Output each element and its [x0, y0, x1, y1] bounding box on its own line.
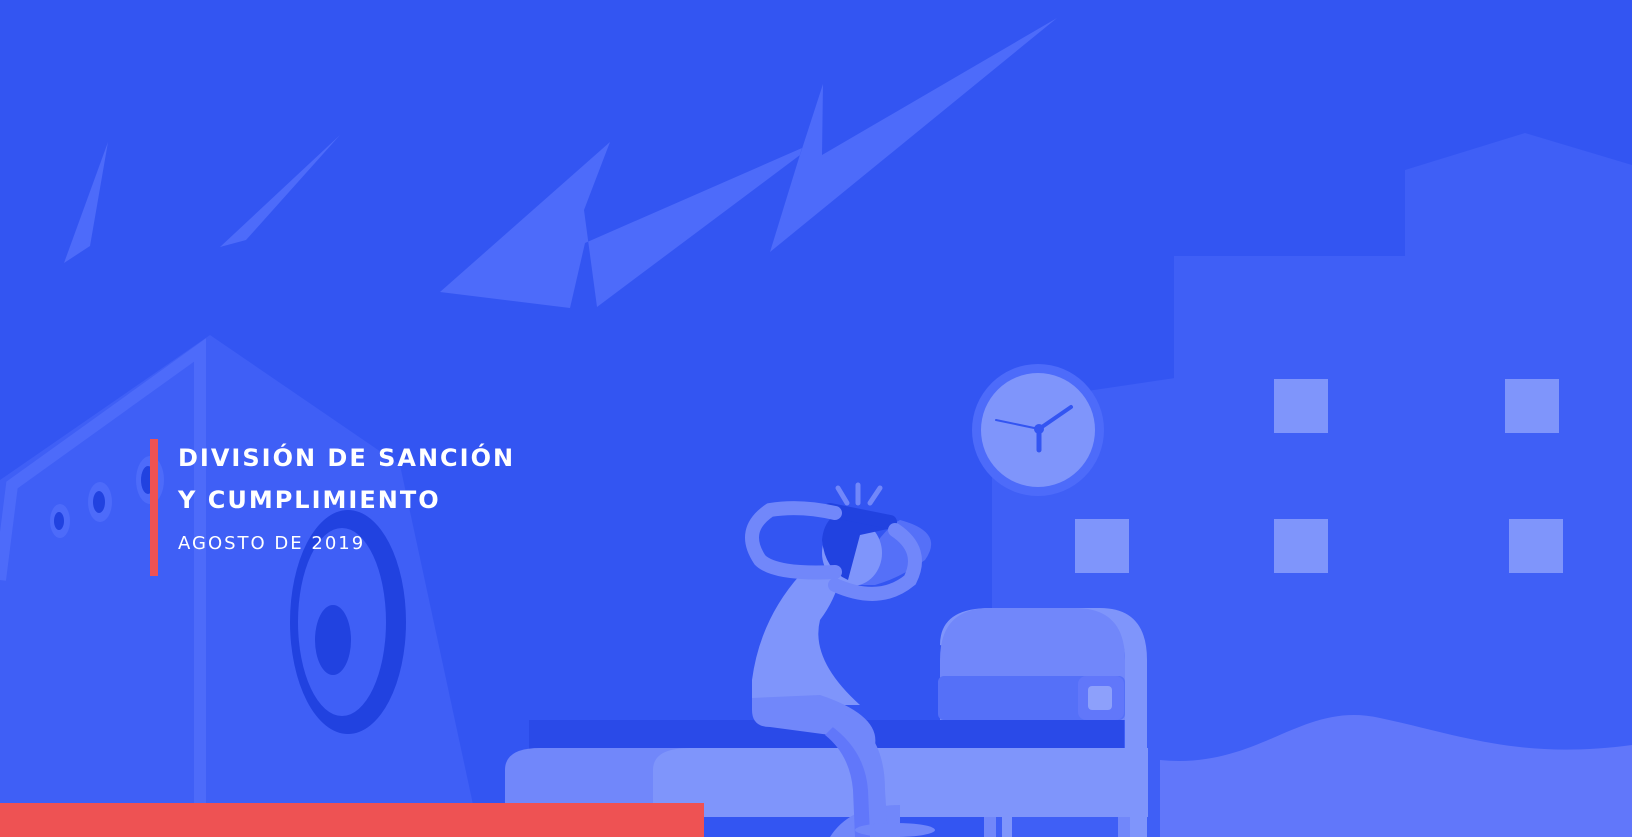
cover-illustration — [0, 0, 1632, 837]
cover-title-block: DIVISIÓN DE SANCIÓN Y CUMPLIMIENTO AGOST… — [150, 439, 515, 576]
title-line-2: Y CUMPLIMIENTO — [178, 486, 441, 514]
bottom-accent-bar — [0, 803, 704, 837]
title-line-1: DIVISIÓN DE SANCIÓN — [178, 444, 516, 472]
clock-icon — [972, 364, 1104, 496]
cover-date: AGOSTO DE 2019 — [178, 533, 366, 554]
